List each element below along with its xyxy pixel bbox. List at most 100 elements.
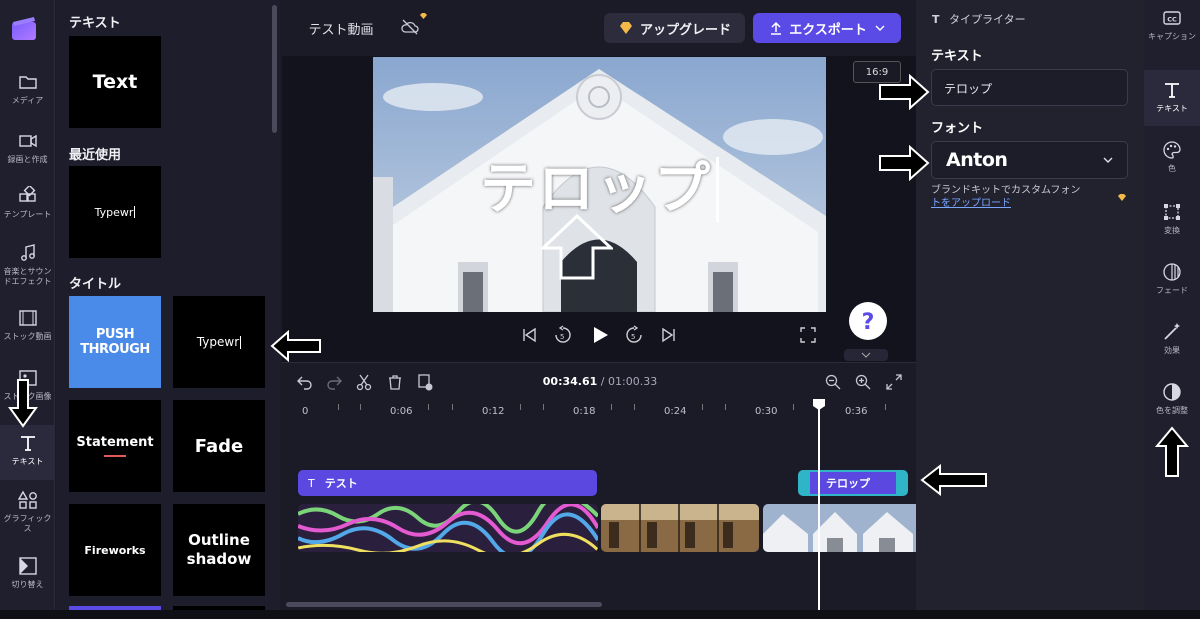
tool-fade[interactable]: フェード [1144,262,1200,306]
premium-gem-icon [1118,194,1126,201]
ruler-label: 0:30 [755,406,778,417]
svg-text:?: ? [862,310,875,335]
tool-captions-label: キャプション [1148,32,1196,41]
svg-text:CC: CC [1167,16,1177,24]
upload-icon [771,21,782,35]
tool-transform[interactable]: 変換 [1144,202,1200,246]
timecode-display: 00:34.61 / 01:00.33 [520,375,680,388]
svg-text:5: 5 [560,333,564,341]
tile-fireworks[interactable]: Fireworks [69,504,161,596]
brand-kit-upload-link[interactable]: トをアップロード [931,197,1117,210]
text-input[interactable]: テロップ [931,69,1128,106]
nav-music[interactable]: 音楽とサウンドエフェクト [0,243,55,297]
forward-5s-icon[interactable]: 5 [624,325,644,345]
text-field-label: テキスト [931,49,983,64]
clip-trim-handle-left[interactable] [800,472,810,494]
cut-icon[interactable] [355,373,373,391]
overlay-caption-text: テロップ [480,157,712,222]
undo-icon[interactable] [296,373,314,391]
annotation-arrow-up-icon [1155,426,1189,477]
captions-icon: CC [1163,11,1181,25]
redo-icon[interactable] [325,373,343,391]
clipchamp-logo[interactable] [10,14,38,42]
selected-text-clip[interactable]: テロップ [798,470,908,496]
delete-icon[interactable] [386,373,404,391]
text-clip[interactable]: T テスト [298,470,597,496]
video-clip-abstract[interactable] [298,504,598,552]
brand-kit-note-line1: ブランドキットでカスタムフォン [931,185,1081,196]
nav-templates[interactable]: テンプレート [0,186,55,230]
tile-recent-typewriter[interactable]: Typewr [69,166,161,258]
tile-outline-shadow[interactable]: Outline shadow [173,504,265,596]
cursor-mark [240,335,242,349]
tile-text[interactable]: Text [69,36,161,128]
duplicate-icon[interactable] [416,373,434,391]
annotation-arrow-left-icon [270,330,321,362]
tile-push-through[interactable]: PUSH THROUGH [69,296,161,388]
ruler-tick [702,404,703,410]
ruler-tick [725,404,726,410]
export-label: エクスポート [789,22,867,38]
nav-stock-video[interactable]: ストック動画 [0,308,55,352]
tool-color[interactable]: 色 [1144,140,1200,184]
font-select[interactable]: Anton [931,141,1128,179]
panel-scrollbar[interactable] [272,5,277,133]
abstract-thumbnail [298,504,598,552]
ruler-label: 0 [302,406,309,417]
timeline-scrollbar[interactable] [286,602,602,607]
church-thumbnail [763,504,916,552]
tile-fade[interactable]: Fade [173,400,265,492]
fit-timeline-icon[interactable] [885,373,903,391]
nav-media[interactable]: メディア [0,72,55,112]
ruler-label: 0:12 [482,406,505,417]
fullscreen-icon[interactable] [800,327,816,343]
zoom-out-icon[interactable] [824,373,842,391]
tool-effects[interactable]: 効果 [1144,322,1200,366]
zoom-in-icon[interactable] [854,373,872,391]
nav-record[interactable]: 録画と作成 [0,131,55,175]
selected-text-clip-label: テロップ [826,477,870,490]
collapse-preview-icon[interactable] [844,349,888,361]
playhead-line[interactable] [818,404,820,610]
ruler-label: 0:18 [573,406,596,417]
ruler-tick [885,404,886,410]
chevron-down-icon [875,25,885,31]
transition-icon [18,557,37,575]
video-clip-interior[interactable] [601,504,759,552]
cloud-off-icon[interactable] [400,18,420,36]
project-name[interactable]: テスト動画 [298,13,384,43]
cursor-mark [134,206,136,218]
magic-wand-icon [1164,323,1180,340]
chevron-down-icon [1103,157,1113,163]
tile-typewriter[interactable]: Typewr [173,296,265,388]
skip-back-icon[interactable] [520,326,538,344]
help-button[interactable]: ? [848,301,888,341]
skip-forward-icon[interactable] [660,326,678,344]
export-button[interactable]: エクスポート [753,13,901,43]
nav-text[interactable]: テキスト [0,425,55,480]
text-icon [1165,83,1179,98]
upgrade-label: アップグレード [639,22,731,38]
left-nav-rail: メディア 録画と作成 テンプレート 音楽とサウンドエフェクト ストック動画 スト… [0,0,55,619]
tool-text[interactable]: テキスト [1144,70,1200,126]
clip-trim-handle-right[interactable] [896,472,906,494]
overlay-caption[interactable]: テロップ [373,144,826,225]
upgrade-button[interactable]: アップグレード [604,13,745,43]
play-icon[interactable] [589,324,611,346]
video-clip-church[interactable] [763,504,916,552]
tool-adjust-colors[interactable]: 色を調整 [1144,382,1200,426]
nav-stock-video-label: ストック動画 [3,332,52,341]
nav-transitions[interactable]: 切り替え [0,556,55,596]
annotation-arrow-left-icon [920,464,987,496]
rewind-5s-icon[interactable]: 5 [553,325,573,345]
tile-statement[interactable]: Statement [69,400,161,492]
annotation-arrow-right-icon [879,145,930,181]
current-time: 00:34.61 [542,375,598,388]
tool-fade-label: フェード [1156,286,1188,295]
ruler-label: 0:36 [845,406,868,417]
premium-gem-icon [420,13,427,19]
svg-text:5: 5 [631,333,635,341]
tool-captions[interactable]: CC キャプション [1144,8,1200,66]
nav-graphics[interactable]: グラフィックス [0,490,55,540]
playhead-handle[interactable] [812,398,826,411]
